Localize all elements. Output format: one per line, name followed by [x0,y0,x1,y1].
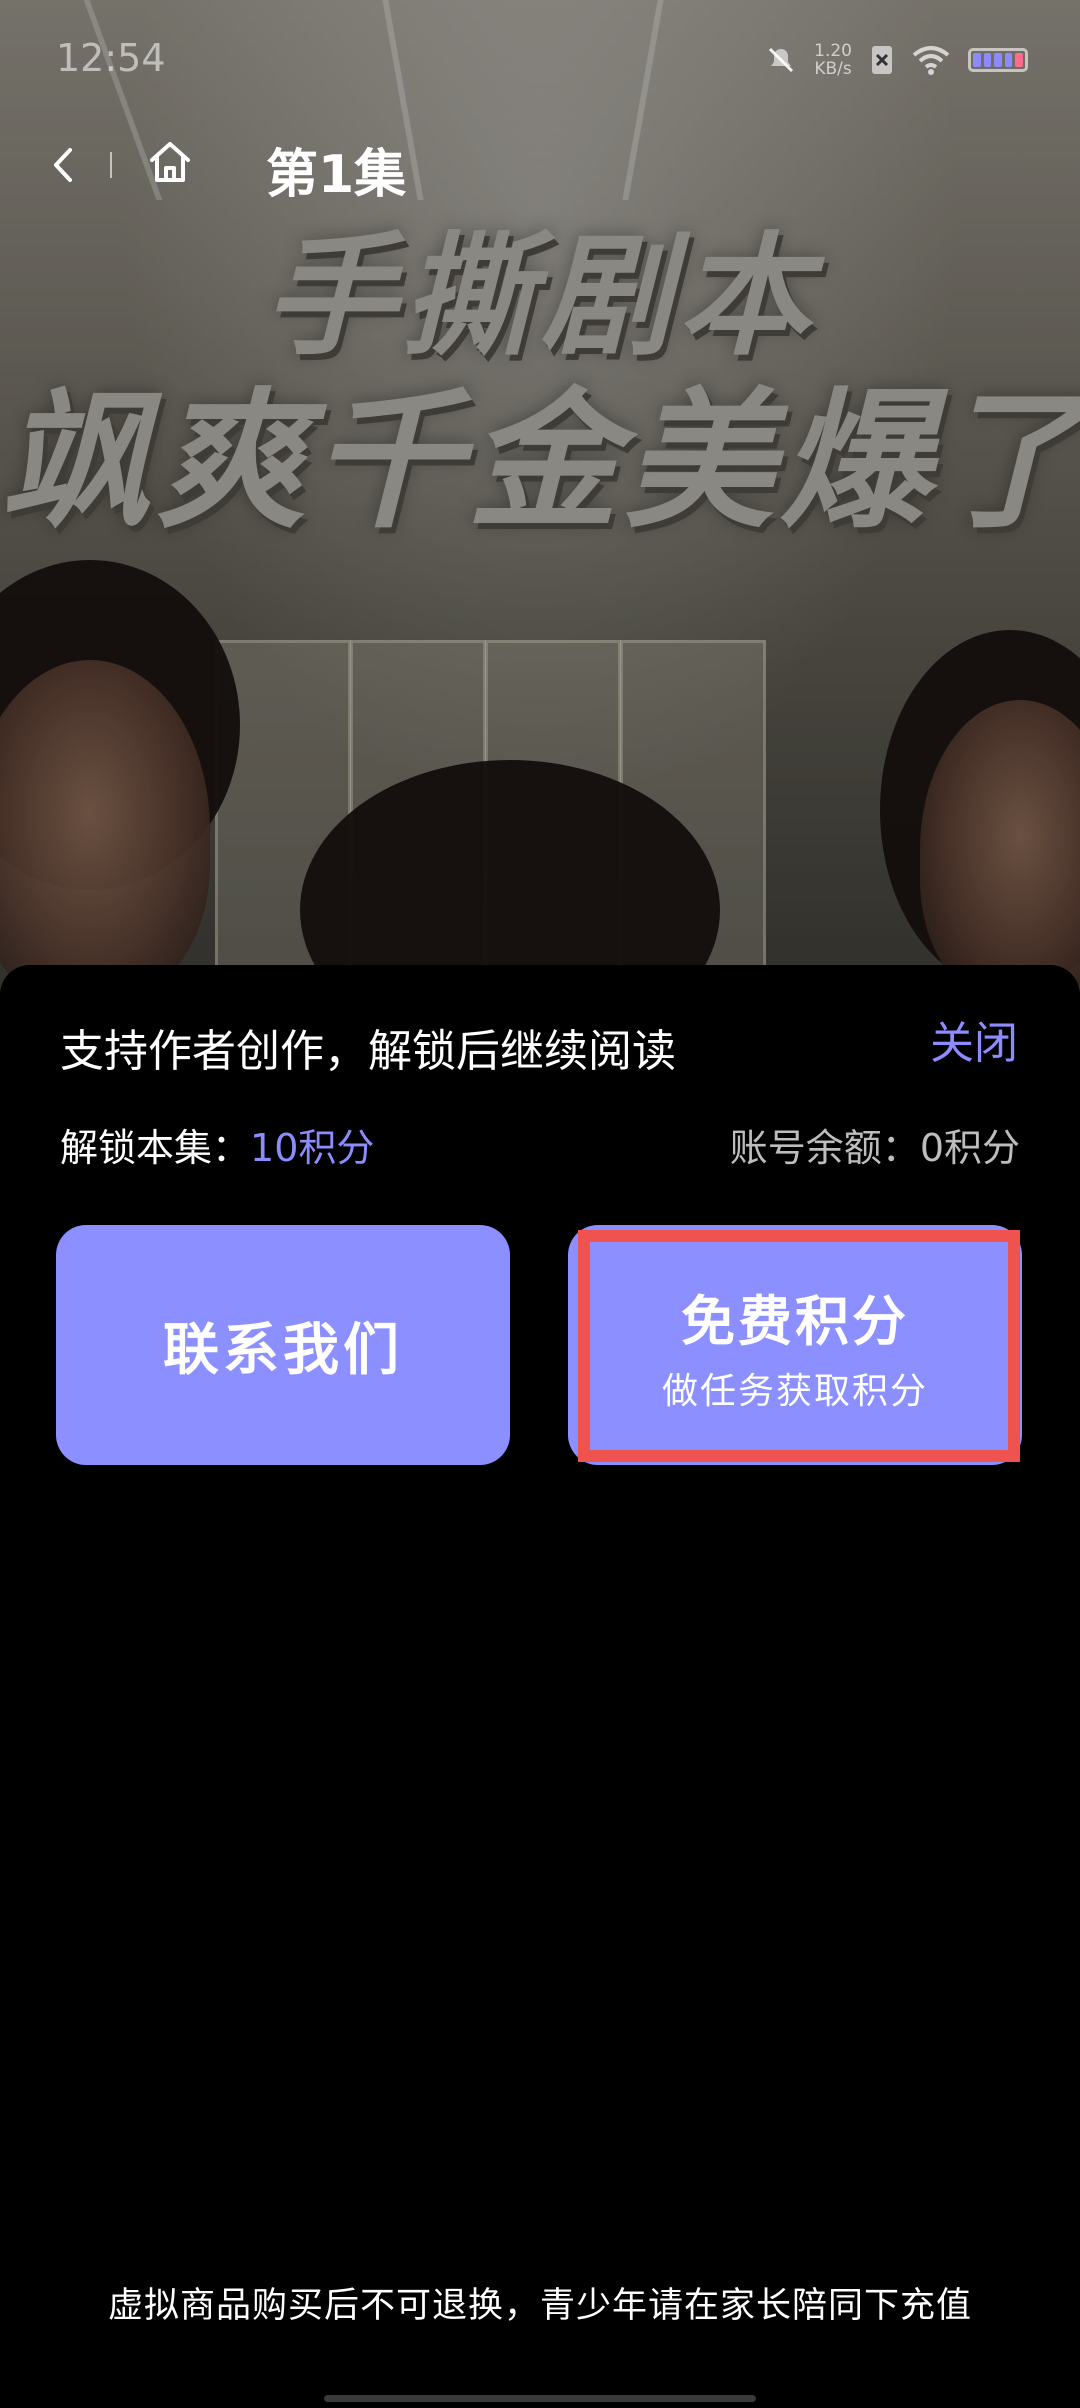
status-icons: 1.20 KB/s [766,42,1028,78]
status-time: 12:54 [56,36,166,80]
free-points-label: 免费积分 [681,1289,909,1353]
screen: 手撕剧本 飒爽千金美爆了 12:54 1.20 KB/s 第1集 支持作者创作，… [0,0,1080,2408]
close-button[interactable]: 关闭 [930,1007,1018,1071]
home-icon[interactable] [144,136,196,188]
unlock-heading: 支持作者创作，解锁后继续阅读 [60,1026,676,1077]
sim-off-icon [872,46,892,74]
nav-bar: 第1集 [0,120,1080,210]
contact-us-label: 联系我们 [163,1317,403,1383]
free-points-button[interactable]: 免费积分 做任务获取积分 [568,1225,1022,1465]
battery-icon [968,48,1028,72]
account-balance: 账号余额：0积分 [730,1117,1020,1172]
network-speed-unit: KB/s [814,59,852,79]
unlock-cost: 解锁本集：10积分 [60,1117,374,1172]
unlock-cost-label: 解锁本集： [60,1126,251,1170]
free-points-subtitle: 做任务获取积分 [661,1370,928,1412]
episode-title: 第1集 [266,145,407,205]
unlock-sheet: 支持作者创作，解锁后继续阅读 关闭 解锁本集：10积分 账号余额：0积分 联系我… [0,965,1080,2408]
status-bar: 12:54 1.20 KB/s [0,0,1080,120]
mute-icon [769,47,794,73]
chevron-left-icon[interactable] [40,140,90,190]
account-balance-value: 0积分 [919,1126,1020,1170]
network-speed-value: 1.20 [814,41,852,61]
contact-us-button[interactable]: 联系我们 [56,1225,510,1465]
unlock-cost-value: 10积分 [250,1126,375,1170]
account-balance-label: 账号余额： [729,1126,920,1170]
home-indicator[interactable] [324,2395,756,2402]
nav-divider [110,152,112,178]
purchase-notice: 虚拟商品购买后不可退换，青少年请在家长陪同下充值 [107,2286,972,2326]
wifi-icon [912,46,950,75]
network-speed: 1.20 KB/s [814,42,852,78]
